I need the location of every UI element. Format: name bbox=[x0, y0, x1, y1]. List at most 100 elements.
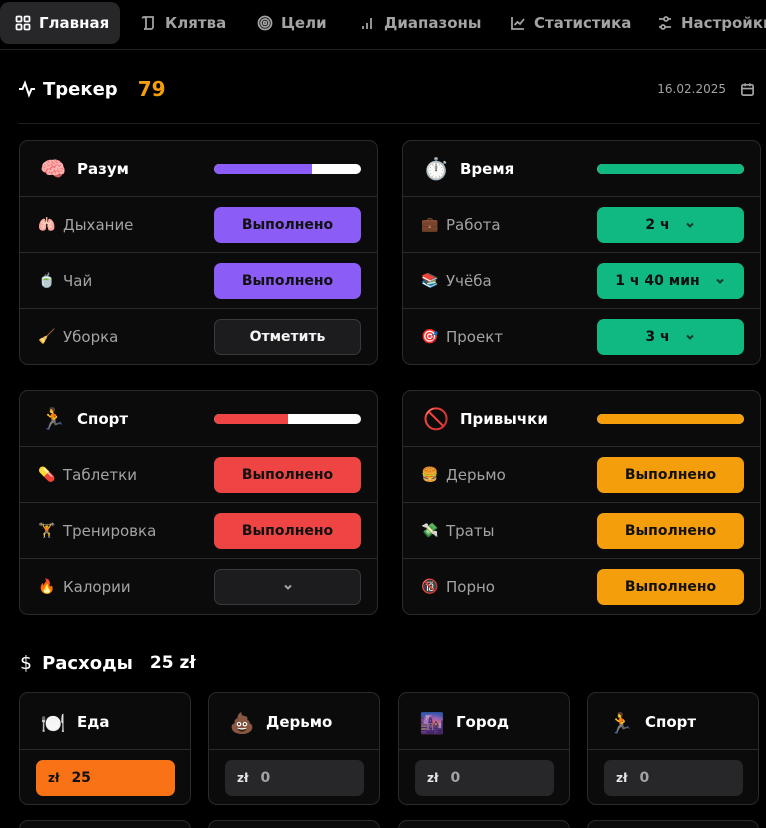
city-icon: 🌆 bbox=[419, 711, 445, 735]
stopwatch-icon: ⏱️ bbox=[423, 157, 450, 181]
habit-row: 🍔 Дерьмо Выполнено bbox=[403, 447, 760, 503]
dollar-icon: $ bbox=[20, 652, 33, 674]
expense-card-header: 🍽️ Еда bbox=[20, 693, 190, 750]
tracker-date[interactable]: 16.02.2025 bbox=[657, 82, 726, 96]
briefcase-icon: 💼 bbox=[421, 217, 439, 233]
done-button[interactable]: Выполнено bbox=[214, 263, 361, 299]
done-button[interactable]: Выполнено bbox=[597, 569, 744, 605]
habit-row: 💼 Работа 2 ч bbox=[403, 197, 760, 253]
progress-bar bbox=[597, 164, 744, 174]
habit-row: 🔞 Порно Выполнено bbox=[403, 559, 760, 614]
tab-label: Главная bbox=[39, 14, 110, 32]
habit-row: 🧹 Уборка Отметить bbox=[20, 309, 377, 364]
expense-amount-input[interactable]: zł 0 bbox=[225, 760, 364, 796]
chevron-down-icon bbox=[685, 334, 694, 340]
tab-home[interactable]: Главная bbox=[0, 2, 120, 44]
expense-card-partial bbox=[208, 820, 380, 828]
habit-label: Учёба bbox=[446, 272, 492, 290]
no-under-18-icon: 🔞 bbox=[421, 579, 439, 595]
expense-name: Город bbox=[456, 713, 510, 731]
expense-amount-input[interactable]: zł 0 bbox=[604, 760, 743, 796]
progress-bar bbox=[597, 414, 744, 424]
category-card-sport: 🏃 Спорт 💊 Таблетки Выполнено 🏋️ Трениров… bbox=[19, 390, 378, 615]
expense-amount: 0 bbox=[450, 770, 461, 786]
expense-card-partial bbox=[19, 820, 191, 828]
duration-select[interactable]: 1 ч 40 мин bbox=[597, 263, 744, 299]
tab-statistics[interactable]: Статистика bbox=[495, 2, 631, 44]
sliders-icon bbox=[659, 16, 671, 30]
pill-icon: 💊 bbox=[38, 467, 56, 483]
expense-card-food: 🍽️ Еда zł 25 bbox=[19, 692, 191, 805]
tab-oath[interactable]: Клятва bbox=[126, 2, 226, 44]
burger-icon: 🍔 bbox=[421, 467, 439, 483]
habit-label: Дерьмо bbox=[446, 466, 506, 484]
habit-label: Работа bbox=[446, 216, 501, 234]
card-header: 🧠 Разум bbox=[20, 141, 377, 197]
habit-label: Дыхание bbox=[63, 216, 134, 234]
done-button[interactable]: Выполнено bbox=[597, 513, 744, 549]
divider bbox=[18, 123, 760, 124]
brain-icon: 🧠 bbox=[40, 157, 67, 181]
expenses-total: 25 zł bbox=[149, 653, 196, 673]
mark-button[interactable]: Отметить bbox=[214, 319, 361, 355]
duration-select[interactable]: 2 ч bbox=[597, 207, 744, 243]
bar-chart-icon bbox=[362, 18, 372, 29]
expense-amount-input[interactable]: zł 25 bbox=[36, 760, 175, 796]
calendar-icon[interactable] bbox=[740, 82, 755, 97]
habit-label: Чай bbox=[63, 272, 93, 290]
habit-row: 📚 Учёба 1 ч 40 мин bbox=[403, 253, 760, 309]
habit-row: 🏋️ Тренировка Выполнено bbox=[20, 503, 377, 559]
books-icon: 📚 bbox=[421, 273, 439, 289]
expense-card-header: 🌆 Город bbox=[399, 693, 569, 750]
card-header: ⏱️ Время bbox=[403, 141, 760, 197]
duration-value: 2 ч bbox=[645, 217, 670, 233]
habit-row: 🫁 Дыхание Выполнено bbox=[20, 197, 377, 253]
category-card-habits: 🚫 Привычки 🍔 Дерьмо Выполнено 💸 Траты Вы… bbox=[402, 390, 761, 615]
done-button[interactable]: Выполнено bbox=[214, 513, 361, 549]
expense-name: Еда bbox=[77, 713, 110, 731]
plate-icon: 🍽️ bbox=[40, 711, 66, 735]
money-wings-icon: 💸 bbox=[421, 523, 439, 539]
runner-icon: 🏃 bbox=[608, 711, 634, 735]
habit-row: 🔥 Калории bbox=[20, 559, 377, 614]
calories-select[interactable] bbox=[214, 569, 361, 605]
expense-card-header: 💩 Дерьмо bbox=[209, 693, 379, 750]
expense-card-partial bbox=[587, 820, 759, 828]
expense-card-city: 🌆 Город zł 0 bbox=[398, 692, 570, 805]
weightlifter-icon: 🏋️ bbox=[38, 523, 56, 539]
progress-bar bbox=[214, 414, 361, 424]
duration-select[interactable]: 3 ч bbox=[597, 319, 744, 355]
habit-label: Таблетки bbox=[63, 466, 137, 484]
scroll-icon bbox=[141, 16, 154, 30]
chevron-down-icon bbox=[685, 222, 694, 228]
done-button[interactable]: Выполнено bbox=[214, 207, 361, 243]
currency-label: zł bbox=[48, 771, 60, 785]
prohibited-icon: 🚫 bbox=[423, 407, 450, 431]
done-button[interactable]: Выполнено bbox=[597, 457, 744, 493]
done-button[interactable]: Выполнено bbox=[214, 457, 361, 493]
tab-ranges[interactable]: Диапазоны bbox=[345, 2, 481, 44]
tab-settings[interactable]: Настройки bbox=[642, 2, 766, 44]
activity-icon bbox=[19, 80, 35, 98]
duration-value: 1 ч 40 мин bbox=[615, 273, 700, 289]
expenses-title: Расходы bbox=[42, 652, 133, 674]
tracker-title: Трекер bbox=[43, 78, 118, 100]
progress-bar bbox=[214, 164, 361, 174]
card-header: 🏃 Спорт bbox=[20, 391, 377, 447]
currency-label: zł bbox=[616, 771, 628, 785]
habit-label: Калории bbox=[63, 578, 131, 596]
expense-amount-input[interactable]: zł 0 bbox=[415, 760, 554, 796]
lungs-icon: 🫁 bbox=[38, 217, 56, 233]
habit-row: 🍵 Чай Выполнено bbox=[20, 253, 377, 309]
tracker-score: 79 bbox=[137, 77, 166, 101]
expense-card-header: 🏃 Спорт bbox=[588, 693, 758, 750]
tab-goals[interactable]: Цели bbox=[242, 2, 327, 44]
poop-icon: 💩 bbox=[229, 711, 255, 735]
habit-row: 💸 Траты Выполнено bbox=[403, 503, 760, 559]
expense-card-junk: 💩 Дерьмо zł 0 bbox=[208, 692, 380, 805]
card-header: 🚫 Привычки bbox=[403, 391, 760, 447]
tab-label: Диапазоны bbox=[384, 14, 482, 32]
expense-name: Дерьмо bbox=[266, 713, 333, 731]
category-card-mind: 🧠 Разум 🫁 Дыхание Выполнено 🍵 Чай Выполн… bbox=[19, 140, 378, 365]
habit-label: Тренировка bbox=[63, 522, 157, 540]
